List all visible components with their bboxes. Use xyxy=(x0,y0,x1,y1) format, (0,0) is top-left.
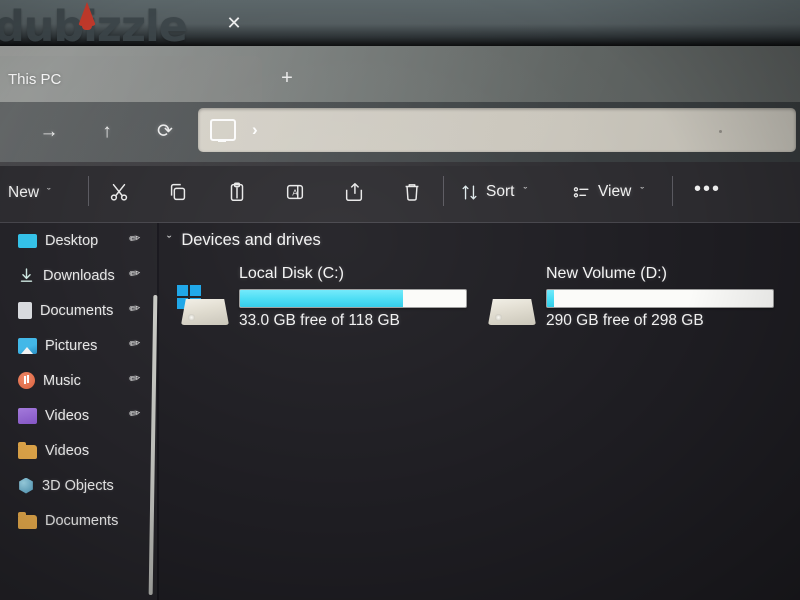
drive-capacity-bar xyxy=(239,289,467,308)
music-icon xyxy=(18,372,35,389)
toolbar-divider xyxy=(88,176,89,206)
folder-icon xyxy=(18,441,37,459)
sidebar-item-documents[interactable]: Documents ✐ xyxy=(0,293,158,328)
new-button-label: New xyxy=(8,184,40,201)
rename-icon[interactable]: A xyxy=(276,174,314,210)
navigation-pane[interactable]: Desktop ✐ Downloads ✐ Documents ✐ Pictures ✐ Mus… xyxy=(0,223,158,600)
toolbar-divider xyxy=(443,176,444,206)
chevron-down-icon: ˇ xyxy=(523,186,528,198)
address-bar[interactable]: › xyxy=(198,108,796,152)
videos-icon xyxy=(18,407,37,424)
view-button-label: View xyxy=(598,183,632,200)
sidebar-item-label: Pictures xyxy=(45,337,98,354)
trash-icon[interactable] xyxy=(393,174,431,210)
downloads-icon xyxy=(18,267,35,284)
pin-icon[interactable]: ✐ xyxy=(125,369,146,390)
desktop-icon xyxy=(18,234,37,248)
sort-button-label: Sort xyxy=(486,183,515,200)
view-list-icon xyxy=(573,186,589,197)
drive-capacity-bar xyxy=(546,289,774,308)
3d-objects-icon xyxy=(19,477,33,494)
toolbar-divider xyxy=(672,176,673,206)
scissors-icon[interactable] xyxy=(100,174,138,210)
dubizzle-flame-icon xyxy=(78,2,96,30)
sidebar-item-label: Music xyxy=(43,372,81,389)
view-button[interactable]: View ˇ xyxy=(572,176,644,208)
sidebar-item-pictures[interactable]: Pictures ✐ xyxy=(0,328,158,363)
sort-arrows-icon xyxy=(462,184,477,200)
breadcrumb-chevron-icon[interactable]: › xyxy=(252,120,258,140)
pin-icon[interactable]: ✐ xyxy=(125,299,146,320)
sidebar-item-videos[interactable]: Videos xyxy=(0,433,158,468)
chevron-down-icon[interactable]: ˇ xyxy=(167,233,171,248)
chevron-down-icon: ˇ xyxy=(47,187,51,199)
screen-photo: dubizzle This PC ✕ + → ↑ ⟳ › New ˇ A Sor… xyxy=(0,0,800,600)
tab-label: This PC xyxy=(8,70,62,88)
screen-dust-speck xyxy=(719,130,722,133)
drive-capacity-text: 290 GB free of 298 GB xyxy=(546,312,704,329)
sidebar-item-label: Downloads xyxy=(43,267,115,284)
sidebar-item-videos[interactable]: Videos ✐ xyxy=(0,398,158,433)
copy-icon[interactable] xyxy=(159,174,197,210)
drive-capacity-fill xyxy=(240,290,403,307)
hard-drive-windows-icon xyxy=(177,285,233,327)
new-button[interactable]: New ˇ xyxy=(8,176,51,210)
sidebar-item-label: Videos xyxy=(45,442,90,459)
sidebar-item-label: Desktop xyxy=(45,232,99,249)
sidebar-item-label: 3D Objects xyxy=(42,477,114,494)
share-icon[interactable] xyxy=(335,174,373,210)
group-header-devices-and-drives[interactable]: ˇ Devices and drives xyxy=(167,231,321,250)
pin-icon[interactable]: ✐ xyxy=(125,404,146,425)
sidebar-item-label: Documents xyxy=(45,512,119,529)
close-icon[interactable]: ✕ xyxy=(222,11,246,35)
pin-icon[interactable]: ✐ xyxy=(125,334,146,355)
file-list-pane[interactable]: ˇ Devices and drives Local Disk (C:) 33.… xyxy=(159,223,800,600)
sidebar-item-3d-objects[interactable]: 3D Objects xyxy=(0,468,158,503)
arrow-right-icon[interactable]: → xyxy=(32,116,66,148)
group-header-label: Devices and drives xyxy=(181,231,321,249)
folder-icon xyxy=(18,511,37,529)
sidebar-item-desktop[interactable]: Desktop ✐ xyxy=(0,223,158,258)
drive-name: New Volume (D:) xyxy=(546,265,667,282)
sidebar-item-label: Videos xyxy=(45,407,90,424)
drive-item-d[interactable]: New Volume (D:) 290 GB free of 298 GB xyxy=(484,265,777,340)
drive-glyph xyxy=(488,299,536,325)
sidebar-item-downloads[interactable]: Downloads ✐ xyxy=(0,258,158,293)
arrow-up-icon[interactable]: ↑ xyxy=(90,116,124,148)
paste-icon[interactable] xyxy=(218,174,256,210)
sidebar-item-music[interactable]: Music ✐ xyxy=(0,363,158,398)
drive-capacity-fill xyxy=(547,290,554,307)
more-options-button[interactable]: ••• xyxy=(694,178,721,201)
pin-icon[interactable]: ✐ xyxy=(125,229,146,250)
refresh-icon[interactable]: ⟳ xyxy=(148,116,182,148)
sidebar-item-label: Documents xyxy=(40,302,114,319)
pictures-icon xyxy=(18,337,37,354)
plus-icon[interactable]: + xyxy=(272,64,302,92)
this-pc-monitor-icon xyxy=(210,119,236,142)
drive-capacity-text: 33.0 GB free of 118 GB xyxy=(239,312,400,329)
hard-drive-icon xyxy=(484,285,540,327)
drive-glyph xyxy=(181,299,229,325)
documents-icon xyxy=(18,302,32,319)
tab-this-pc[interactable]: This PC xyxy=(0,56,262,102)
drive-item-c[interactable]: Local Disk (C:) 33.0 GB free of 118 GB xyxy=(177,265,470,340)
pin-icon[interactable]: ✐ xyxy=(125,264,146,285)
drive-name: Local Disk (C:) xyxy=(239,265,344,282)
chevron-down-icon: ˇ xyxy=(640,186,644,198)
sort-button[interactable]: Sort ˇ xyxy=(460,176,527,208)
sidebar-item-documents[interactable]: Documents xyxy=(0,503,158,538)
